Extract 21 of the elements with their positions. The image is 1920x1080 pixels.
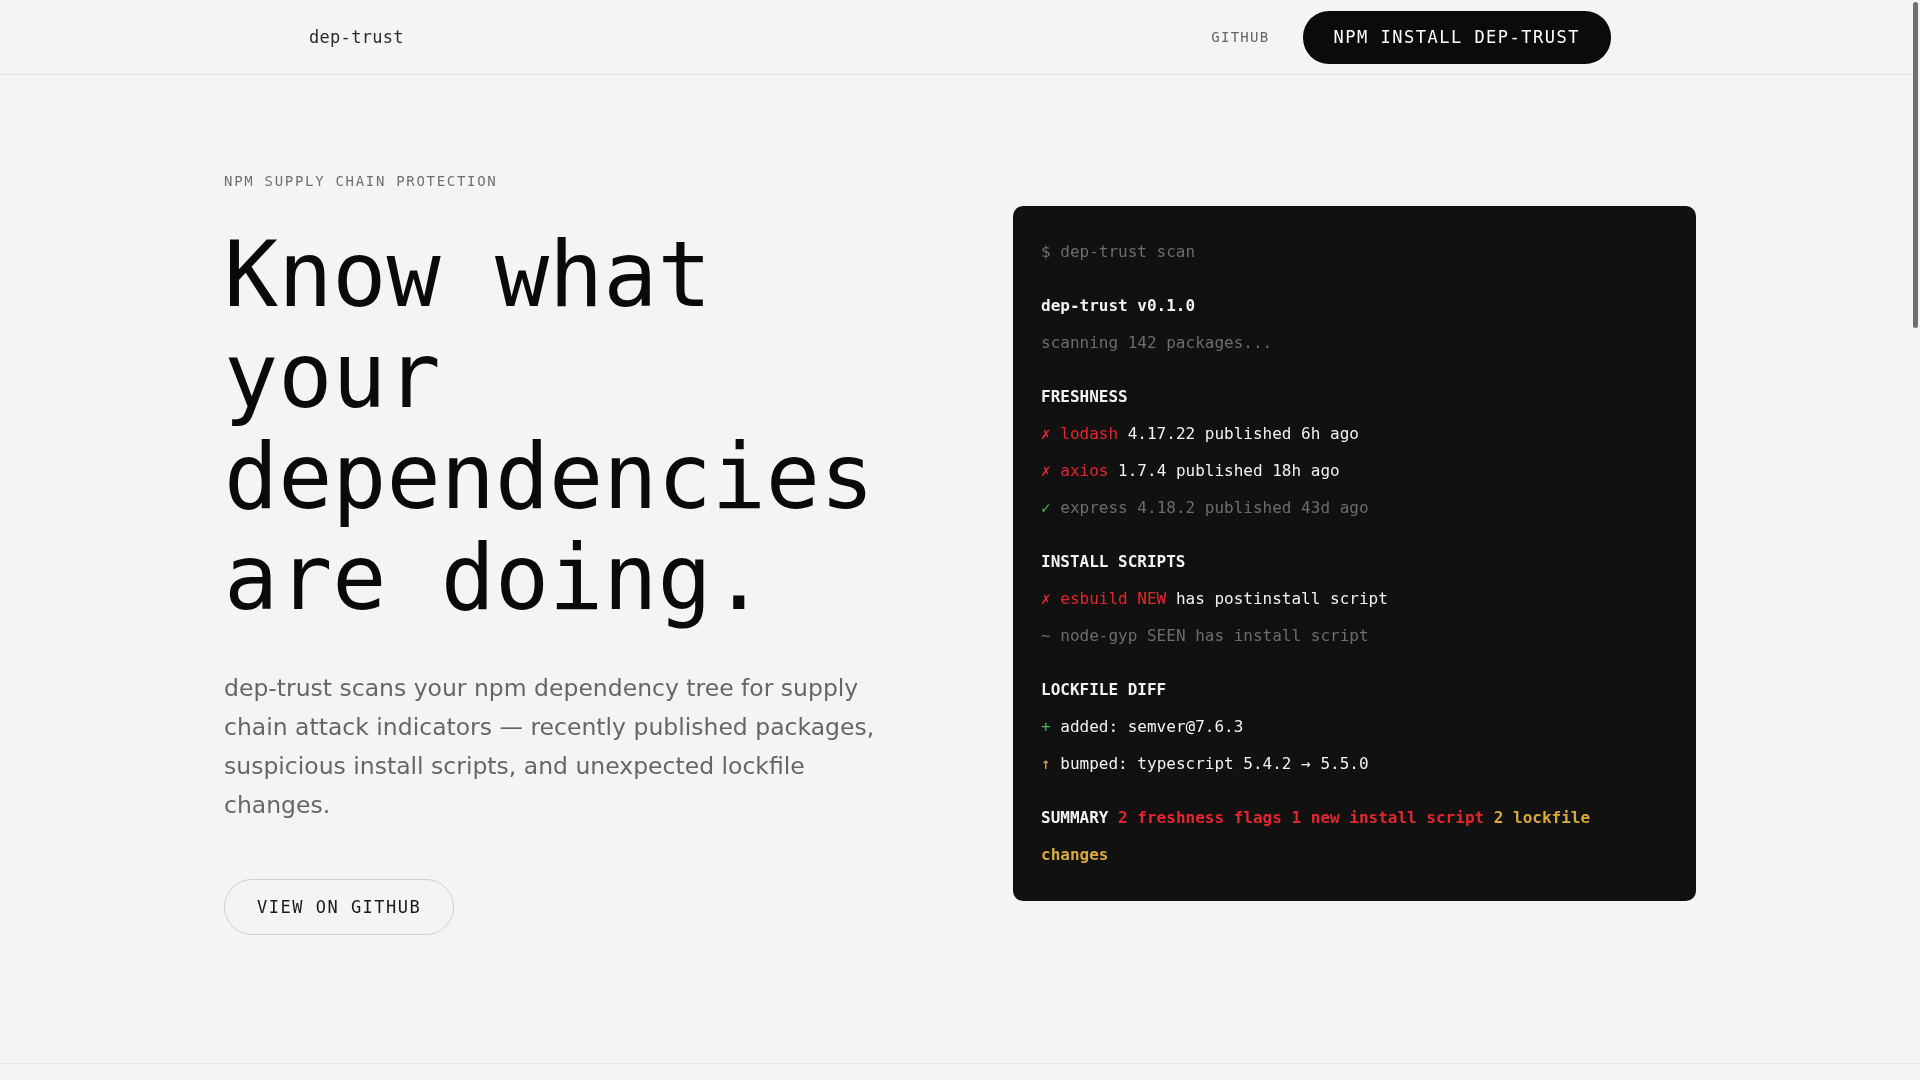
site-logo[interactable]: dep-trust [309,27,404,47]
terminal-summary: SUMMARY 2 freshness flags 1 new install script 2 lockfile changes [1041,806,1592,866]
terminal-line: ↑ bumped: typescript 5.4.2 → 5.5.0 [1041,752,1370,775]
scrollbar-thumb[interactable] [1913,2,1918,328]
terminal-line: ✗ esbuild NEW has postinstall script [1041,587,1389,610]
description-text: dep-trust scans your npm dependency tree for supply chain attack indicators — recently published packages, suspicious install scripts, and unexpected lockfile changes. [224,673,876,821]
terminal-line: ✗ axios 1.7.4 published 18h ago [1041,459,1341,482]
terminal-title: dep-trust v0.1.0 [1041,294,1197,317]
terminal-output-line: scanning 142 packages... [1041,331,1274,354]
eyebrow-text: NPM SUPPLY CHAIN PROTECTION [224,172,498,191]
terminal-heading: LOCKFILE DIFF [1041,678,1168,701]
github-link[interactable]: GITHUB [1211,29,1270,45]
terminal-command: $ dep-trust scan [1041,240,1197,263]
terminal-line: + added: semver@7.6.3 [1041,715,1245,738]
terminal-line: ✗ lodash 4.17.22 published 6h ago [1041,422,1360,445]
install-button[interactable]: NPM INSTALL DEP-TRUST [1302,10,1611,64]
terminal-heading: INSTALL SCRIPTS [1041,550,1187,573]
terminal-line: ✓ express 4.18.2 published 43d ago [1041,496,1370,519]
headline: Know what your dependencies are doing. [224,224,876,628]
terminal-heading: FRESHNESS [1041,385,1129,408]
terminal-line: ~ node-gyp SEEN has install script [1041,624,1370,647]
